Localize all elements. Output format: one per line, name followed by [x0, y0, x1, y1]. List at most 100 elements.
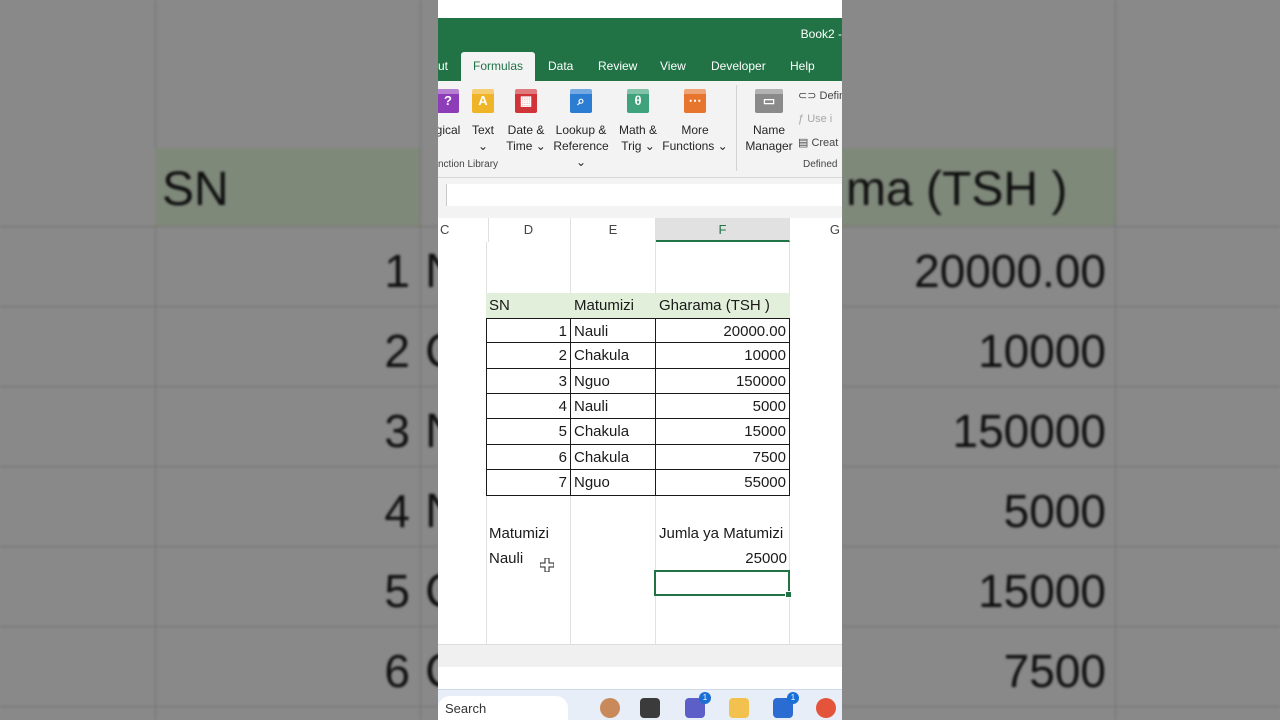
date-time-line2: Time ⌄ [506, 139, 546, 153]
table-cell-gharama[interactable]: 15000 [656, 419, 790, 445]
use-in-formula-label: Use i [807, 113, 833, 125]
math-trig-line2: Trig ⌄ [621, 139, 655, 153]
column-header-g[interactable]: G [790, 218, 842, 242]
horizontal-scrollbar[interactable] [438, 644, 842, 667]
copilot-icon[interactable] [600, 698, 620, 718]
date-time-line1: Date & [507, 123, 545, 137]
bg-header-gharama: ma (TSH ) [846, 163, 1068, 216]
file-explorer-icon[interactable] [729, 698, 749, 718]
bg-sn: 3 [384, 405, 410, 457]
lookup-reference-line2: Reference ⌄ [553, 139, 609, 169]
table-header-gharama[interactable]: Gharama (TSH ) [656, 293, 790, 318]
table-cell-matumizi[interactable]: Nguo [571, 470, 656, 496]
more-functions-line1: More [681, 123, 709, 137]
result-value-cell[interactable]: 25000 [656, 546, 790, 571]
table-cell-matumizi[interactable]: Chakula [571, 343, 656, 369]
bg-sn: 4 [384, 485, 410, 537]
table-cell-sn[interactable]: 4 [486, 394, 571, 419]
table-cell-sn[interactable]: 5 [486, 419, 571, 445]
define-name-button[interactable]: ⊂⊃ Defin [798, 89, 842, 102]
formula-input[interactable] [446, 184, 842, 206]
bg-value: 20000.00 [914, 245, 1106, 297]
table-header-matumizi[interactable]: Matumizi [571, 293, 656, 318]
teams-badge: 1 [699, 692, 711, 704]
task-view-icon[interactable] [640, 698, 660, 718]
table-cell-sn[interactable]: 3 [486, 369, 571, 394]
tab-help[interactable]: Help [790, 59, 815, 73]
name-manager-button[interactable]: ▭ Name Manager [742, 89, 796, 154]
bg-value: 150000 [952, 405, 1107, 457]
column-headers: C D E F G [438, 218, 842, 243]
bg-value: 5000 [1003, 485, 1106, 537]
table-cell-matumizi[interactable]: Chakula [571, 419, 656, 445]
criteria-value-cell[interactable]: Nauli [486, 546, 571, 571]
bg-value: 10000 [978, 325, 1106, 377]
table-cell-sn[interactable]: 1 [486, 318, 571, 343]
create-from-selection-label: Creat [811, 137, 839, 149]
column-header-e[interactable]: E [571, 218, 656, 242]
table-cell-gharama[interactable]: 20000.00 [656, 318, 790, 343]
active-cell-selection[interactable] [654, 570, 792, 598]
date-time-button[interactable]: ▦ Date & Time ⌄ [504, 89, 548, 154]
title-bar: Book2 - [438, 18, 842, 50]
column-header-d[interactable]: D [487, 218, 571, 242]
table-cell-gharama[interactable]: 10000 [656, 343, 790, 369]
table-cell-matumizi[interactable]: Nauli [571, 318, 656, 343]
tab-layout[interactable]: ut [438, 59, 448, 73]
tab-review[interactable]: Review [598, 59, 637, 73]
table-cell-gharama[interactable]: 150000 [656, 369, 790, 394]
create-from-selection-icon: ▤ [798, 137, 812, 149]
name-manager-line1: Name [752, 123, 785, 137]
table-cell-matumizi[interactable]: Chakula [571, 445, 656, 470]
lookup-reference-button[interactable]: ⌕ Lookup & Reference ⌄ [550, 89, 612, 170]
create-from-selection-button[interactable]: ▤ Creat [798, 136, 838, 149]
vscode-icon[interactable]: 1 [773, 692, 799, 718]
logical-button[interactable]: ? gical [438, 89, 462, 138]
tab-developer[interactable]: Developer [711, 59, 766, 73]
more-functions-line2: Functions ⌄ [662, 139, 728, 153]
criteria-label-cell[interactable]: Matumizi [486, 521, 571, 546]
use-in-formula-button[interactable]: ƒ Use i [798, 113, 832, 125]
lookup-reference-icon: ⌕ [570, 89, 592, 113]
table-header-sn[interactable]: SN [486, 293, 571, 318]
vscode-badge: 1 [787, 692, 799, 704]
table-cell-gharama[interactable]: 7500 [656, 445, 790, 470]
table-cell-sn[interactable]: 2 [486, 343, 571, 369]
tab-data[interactable]: Data [548, 59, 573, 73]
text-dropdown: ⌄ [477, 139, 489, 153]
table-cell-matumizi[interactable]: Nauli [571, 394, 656, 419]
bg-gridline [155, 0, 156, 720]
column-header-c[interactable]: C [438, 218, 489, 242]
table-cell-matumizi[interactable]: Nguo [571, 369, 656, 394]
text-button[interactable]: A Text ⌄ [468, 89, 498, 154]
bg-header-sn: SN [162, 163, 229, 216]
cell-cursor-icon [540, 558, 554, 572]
tab-formulas[interactable]: Formulas [461, 52, 536, 81]
text-label: Text [471, 123, 494, 137]
logical-icon: ? [438, 89, 459, 113]
bg-sn: 5 [384, 565, 410, 617]
table-cell-gharama[interactable]: 55000 [656, 470, 790, 496]
math-trig-button[interactable]: θ Math & Trig ⌄ [614, 89, 662, 154]
bg-value: 7500 [1003, 645, 1106, 697]
define-name-label: Defin [819, 90, 843, 102]
firefox-icon[interactable] [816, 698, 836, 718]
table-cell-sn[interactable]: 6 [486, 445, 571, 470]
more-functions-button[interactable]: ⋯ More Functions ⌄ [660, 89, 730, 154]
result-label-cell[interactable]: Jumla ya Matumizi [656, 521, 826, 546]
worksheet-grid[interactable]: SN Matumizi Gharama (TSH ) 1 Nauli 20000… [438, 242, 842, 644]
ribbon-separator [736, 85, 737, 171]
table-cell-sn[interactable]: 7 [486, 470, 571, 496]
bg-value: 15000 [978, 565, 1106, 617]
ribbon-tab-bar: ut Formulas Data Review View Developer H… [438, 50, 842, 81]
bg-gridline [1115, 0, 1116, 720]
logical-label: gical [438, 123, 461, 137]
windows-taskbar: Search 1 1 [438, 689, 842, 720]
bg-sn: 2 [384, 325, 410, 377]
tab-view[interactable]: View [660, 59, 686, 73]
column-header-f[interactable]: F [656, 218, 790, 242]
table-cell-gharama[interactable]: 5000 [656, 394, 790, 419]
teams-icon[interactable]: 1 [685, 692, 711, 718]
date-time-icon: ▦ [515, 89, 537, 113]
taskbar-search-box[interactable]: Search [438, 696, 568, 720]
